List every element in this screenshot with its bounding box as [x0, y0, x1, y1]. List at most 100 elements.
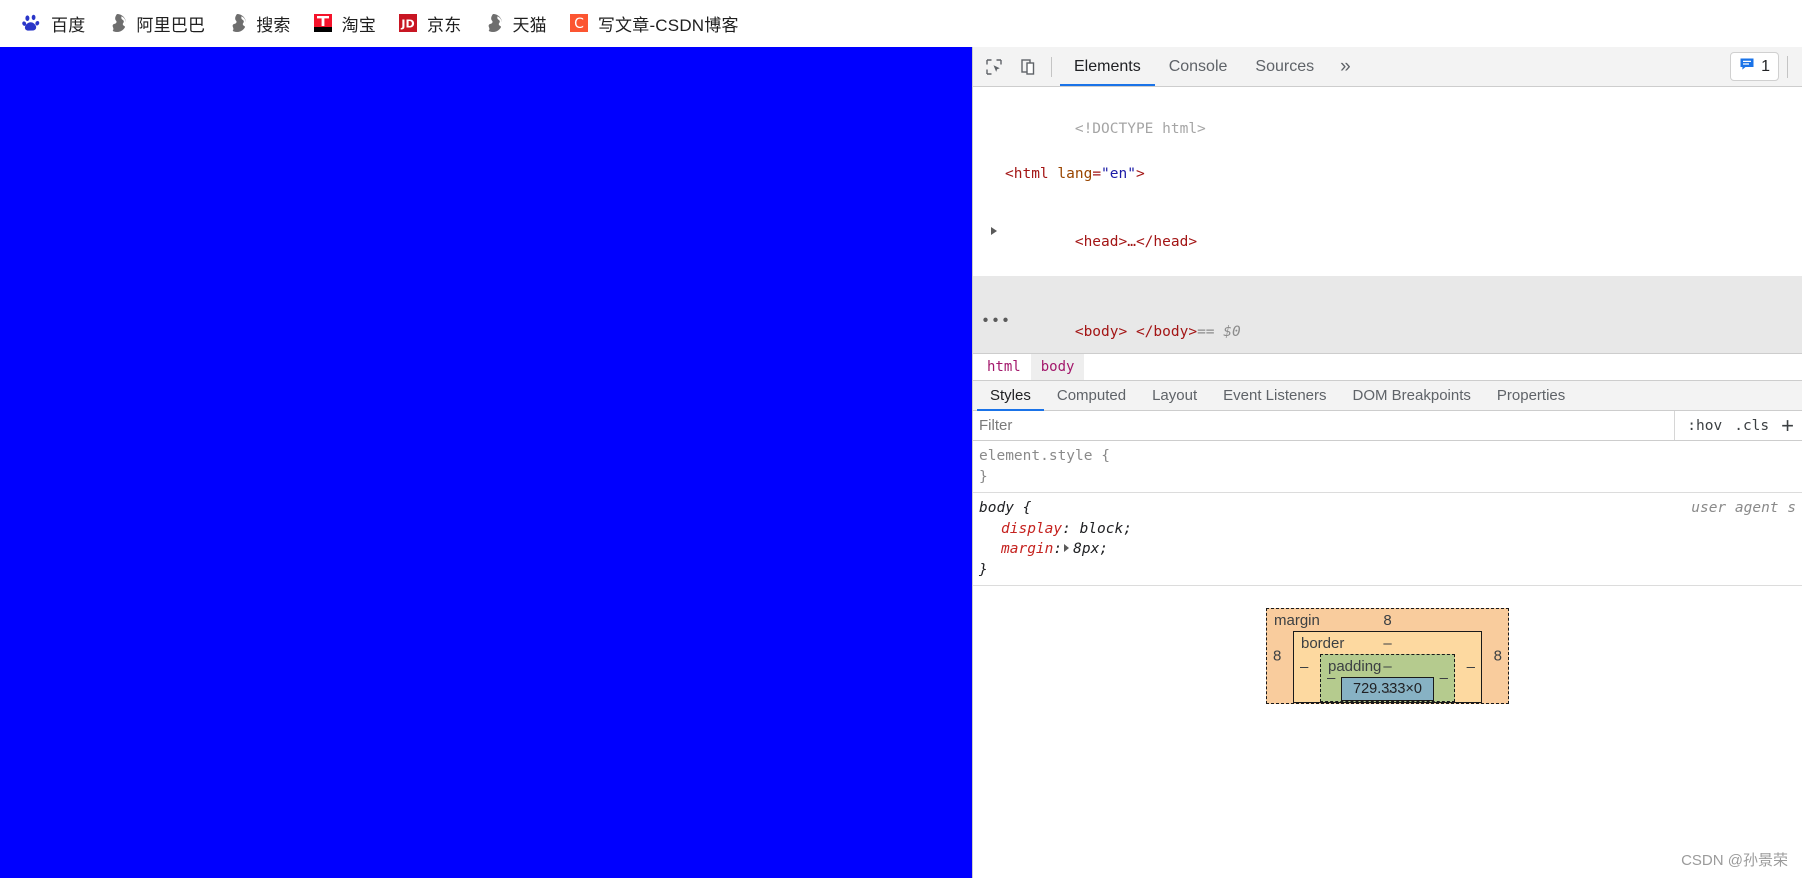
expand-triangle-icon[interactable] — [991, 226, 997, 235]
rule-close-line: } — [979, 467, 1802, 488]
margin-top-value[interactable]: 8 — [1383, 612, 1391, 629]
bookmark-label: 搜索 — [256, 15, 291, 35]
styles-filter-row: :hov .cls + — [973, 411, 1802, 441]
close-brace: } — [979, 561, 988, 578]
toggle-device-toolbar-icon[interactable] — [1013, 53, 1043, 81]
rule-close-line: } — [979, 560, 1802, 581]
bookmark-baidu[interactable]: 百度 — [14, 7, 93, 39]
tab-sources[interactable]: Sources — [1241, 47, 1328, 86]
dom-line-body[interactable]: ••• <body> </body>== $0 — [973, 275, 1802, 353]
declaration-display[interactable]: display: block; — [979, 519, 1802, 540]
style-rule-element-style[interactable]: element.style { } — [973, 441, 1802, 492]
padding-top-value[interactable]: – — [1383, 658, 1391, 675]
sidebar-tab-computed[interactable]: Computed — [1044, 381, 1139, 410]
box-model-padding[interactable]: padding – – – 729.333×0 – — [1320, 654, 1455, 702]
sidebar-tab-label: Layout — [1152, 387, 1198, 404]
dom-line-doctype[interactable]: <!DOCTYPE html> — [991, 95, 1802, 163]
filter-actions: :hov .cls + — [1675, 414, 1802, 437]
styles-sidebar-tabs: Styles Computed Layout Event Listeners D… — [973, 380, 1802, 411]
sidebar-tab-label: Styles — [990, 387, 1031, 404]
html-open-post: > — [1135, 165, 1145, 182]
tab-label: Sources — [1255, 57, 1315, 75]
attr-equals: = — [1092, 165, 1102, 182]
sidebar-tab-properties[interactable]: Properties — [1484, 381, 1578, 410]
bookmark-taobao[interactable]: 淘宝 — [305, 7, 384, 39]
bookmark-csdn[interactable]: C 写文章-CSDN博客 — [561, 7, 747, 39]
border-top-value[interactable]: – — [1383, 635, 1391, 652]
open-brace: { — [1101, 448, 1110, 464]
inspect-element-icon[interactable] — [979, 53, 1009, 81]
body-selected-marker: == $0 — [1197, 323, 1241, 340]
expand-shorthand-icon[interactable] — [1064, 544, 1070, 552]
margin-right-value[interactable]: 8 — [1494, 648, 1502, 665]
margin-left-value[interactable]: 8 — [1273, 648, 1281, 665]
sidebar-tab-label: Computed — [1056, 387, 1127, 404]
globe-icon — [483, 13, 503, 33]
bookmark-tmall[interactable]: 天猫 — [475, 7, 554, 39]
breadcrumb-item-body[interactable]: body — [1030, 354, 1085, 380]
ellipsis-badge-icon[interactable]: ••• — [981, 313, 1011, 328]
dom-line-head[interactable]: <head>…</head> — [991, 185, 1802, 275]
cls-toggle-button[interactable]: .cls — [1734, 418, 1769, 434]
watermark: CSDN @孙景荣 — [1681, 852, 1788, 869]
toolbar-divider-2 — [1787, 55, 1788, 78]
breadcrumb-item-html[interactable]: html — [977, 354, 1031, 380]
box-model-diagram[interactable]: margin 8 8 8 border – – – padding – – – … — [973, 585, 1802, 768]
taobao-t-icon — [313, 13, 333, 33]
tab-label: Elements — [1074, 57, 1141, 75]
bookmark-label: 淘宝 — [341, 15, 377, 35]
bookmark-search[interactable]: 搜索 — [219, 7, 298, 39]
bookmarks-bar: 百度 阿里巴巴 搜索 淘宝 JD 京东 天猫 C 写文章-CSDN博客 — [0, 0, 1802, 47]
dom-line-html-open[interactable]: <html lang="en"> — [991, 163, 1802, 186]
bookmark-label: 天猫 — [512, 15, 547, 35]
styles-filter-input[interactable] — [973, 411, 1676, 440]
dom-tree[interactable]: <!DOCTYPE html> <html lang="en"> <head>…… — [973, 87, 1802, 353]
bookmark-alibaba[interactable]: 阿里巴巴 — [99, 7, 213, 39]
declaration-margin[interactable]: margin: 8px; — [979, 539, 1802, 560]
tab-elements[interactable]: Elements — [1060, 47, 1155, 86]
jd-icon: JD — [398, 13, 418, 33]
sidebar-tab-layout[interactable]: Layout — [1139, 381, 1210, 410]
sidebar-tab-event-listeners[interactable]: Event Listeners — [1210, 381, 1339, 410]
page-viewport[interactable] — [0, 47, 972, 878]
rule-origin-label: user agent s — [1691, 500, 1796, 516]
padding-bottom-value[interactable]: – — [1383, 683, 1391, 700]
issues-badge[interactable]: 1 — [1730, 52, 1779, 81]
toolbar-divider — [1051, 56, 1052, 77]
sidebar-tab-styles[interactable]: Styles — [977, 381, 1044, 411]
box-model-margin[interactable]: margin 8 8 8 border – – – padding – – – … — [1266, 608, 1509, 704]
tab-console[interactable]: Console — [1155, 47, 1242, 86]
rule-selector-line[interactable]: element.style { — [979, 446, 1802, 467]
border-left-value[interactable]: – — [1300, 659, 1308, 676]
open-brace: { — [1022, 500, 1032, 516]
style-rule-body[interactable]: user agent s body { display: block; marg… — [973, 492, 1802, 585]
padding-right-value[interactable]: – — [1440, 670, 1448, 687]
breadcrumb: html body — [973, 353, 1802, 380]
box-model-border[interactable]: border – – – padding – – – 729.333×0 – — [1293, 631, 1482, 703]
property-colon: : — [1062, 520, 1080, 537]
html-lang-attr-name: lang — [1057, 165, 1093, 182]
bookmark-jd[interactable]: JD 京东 — [390, 7, 469, 39]
sidebar-tab-dom-breakpoints[interactable]: DOM Breakpoints — [1340, 381, 1484, 410]
devtools-tab-list: Elements Console Sources » — [1060, 47, 1363, 86]
property-name: margin — [1001, 541, 1054, 557]
border-right-value[interactable]: – — [1467, 659, 1475, 676]
toolbar-right-group: 1 — [1730, 47, 1798, 86]
baidu-paw-icon — [22, 13, 42, 33]
bookmark-label: 阿里巴巴 — [136, 15, 206, 35]
globe-icon — [227, 13, 247, 33]
head-node-text: <head>…</head> — [1074, 233, 1198, 250]
bookmark-label: 京东 — [427, 15, 462, 35]
message-icon — [1739, 56, 1755, 77]
more-tabs-icon[interactable]: » — [1328, 47, 1363, 86]
hov-toggle-button[interactable]: :hov — [1687, 418, 1722, 434]
bookmark-label: 写文章-CSDN博客 — [597, 15, 739, 35]
csdn-c-icon: C — [569, 13, 589, 33]
issues-count: 1 — [1761, 57, 1770, 75]
property-value: 8px; — [1073, 541, 1109, 557]
padding-left-value[interactable]: – — [1327, 670, 1335, 687]
new-style-rule-icon[interactable]: + — [1781, 414, 1794, 437]
property-name: display — [1001, 520, 1063, 537]
styles-rules-list: element.style { } user agent s body { di… — [973, 441, 1802, 585]
rule-selector-line[interactable]: body { — [979, 498, 1802, 519]
